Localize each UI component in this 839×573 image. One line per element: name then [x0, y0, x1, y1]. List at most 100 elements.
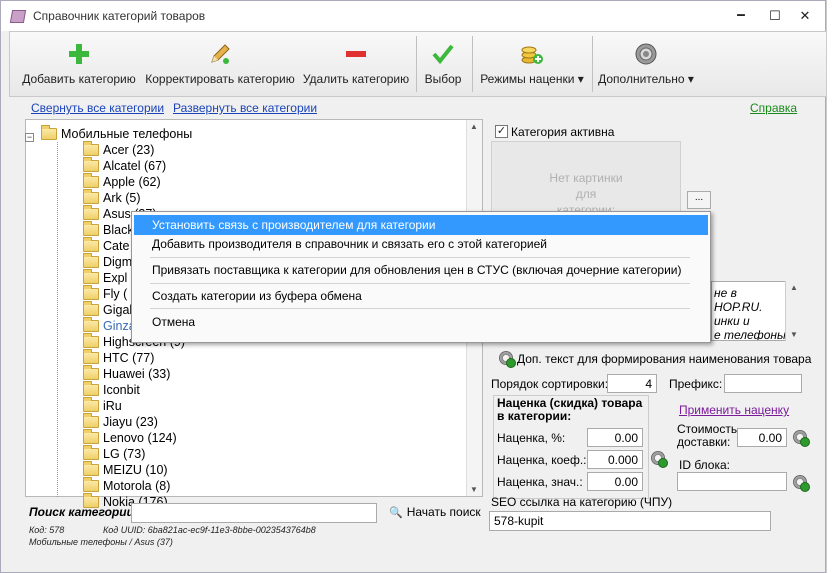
folder-icon — [83, 365, 99, 380]
tree-item[interactable]: Apple (62) — [83, 173, 161, 190]
select-button[interactable]: Выбор — [420, 38, 466, 94]
tree-item[interactable]: Ark (5) — [83, 189, 141, 206]
tree-item[interactable]: iRu — [83, 397, 122, 414]
ctx-link-supplier[interactable]: Привязать поставщика к категории для обн… — [134, 260, 708, 280]
no-image-line: для — [575, 187, 597, 201]
browse-image-button[interactable]: ... — [687, 191, 711, 209]
tree-root[interactable]: Мобильные телефоны — [41, 125, 192, 142]
delivery-cost-label: Стоимость доставки: — [677, 423, 737, 449]
ctx-create-from-clipboard[interactable]: Создать категории из буфера обмена — [134, 286, 708, 306]
ctx-link-manufacturer[interactable]: Установить связь с производителем для ка… — [134, 215, 708, 235]
close-icon[interactable]: ✕ — [791, 7, 819, 25]
add-category-label: Добавить категорию — [22, 72, 136, 86]
maximize-icon[interactable]: ☐ — [761, 7, 789, 25]
markup-modes-button[interactable]: Режимы наценки ▾ — [476, 38, 588, 94]
folder-icon — [83, 189, 99, 204]
tree-item-label: Expl — [103, 271, 128, 285]
select-label: Выбор — [424, 72, 462, 86]
status-uuid: Код UUID: 6ba821ac-ec9f-11e3-8bbe-002354… — [103, 525, 316, 535]
tree-item[interactable]: Acer (23) — [83, 141, 155, 158]
tree-item-label: Motorola (8) — [103, 479, 171, 493]
folder-icon — [83, 285, 99, 300]
gear-block-icon[interactable] — [793, 475, 810, 492]
folder-icon — [83, 413, 99, 428]
tree-item[interactable]: Gigal — [83, 301, 132, 318]
folder-icon — [41, 125, 57, 140]
help-link[interactable]: Справка — [750, 101, 797, 115]
coins-icon — [521, 46, 543, 64]
edit-category-button[interactable]: Корректировать категорию — [144, 38, 296, 94]
tree-item-label: Acer (23) — [103, 143, 155, 157]
add-category-button[interactable]: Добавить категорию — [18, 38, 140, 94]
tree-item[interactable]: HTC (77) — [83, 349, 154, 366]
prefix-input[interactable] — [724, 374, 802, 393]
markup-value-input[interactable]: 0.00 — [587, 472, 643, 491]
search-bar: Поиск категории: 🔍 Начать поиск — [25, 501, 485, 525]
gear-add-icon[interactable] — [499, 351, 516, 368]
magnifier-icon: 🔍 — [389, 506, 403, 519]
apply-markup-link[interactable]: Применить наценку — [679, 403, 789, 417]
tree-item[interactable]: Iconbit — [83, 381, 140, 398]
status-code: Код: 578 — [29, 525, 65, 535]
menu-separator — [150, 308, 690, 309]
folder-icon — [83, 429, 99, 444]
folder-icon — [83, 205, 99, 220]
ctx-cancel[interactable]: Отмена — [134, 312, 708, 332]
tree-item[interactable]: Fly ( — [83, 285, 128, 302]
extra-text-link[interactable]: Доп. текст для формирования наименования… — [517, 352, 811, 366]
tree-item[interactable]: Lenovo (124) — [83, 429, 177, 446]
folder-icon — [83, 269, 99, 284]
gear-delivery-icon[interactable] — [793, 430, 810, 447]
markup-group-title-line: в категории: — [497, 409, 572, 423]
tree-item[interactable]: Huawei (33) — [83, 365, 171, 382]
scroll-down-icon[interactable]: ▼ — [790, 330, 798, 339]
start-search-button[interactable]: 🔍 Начать поиск — [389, 505, 481, 519]
plus-icon — [69, 44, 89, 64]
tree-item-label: Iconbit — [103, 383, 140, 397]
sort-order-input[interactable]: 4 — [607, 374, 657, 393]
tree-item-label: Fly ( — [103, 287, 128, 301]
more-label: Дополнительно ▾ — [596, 72, 696, 86]
tree-item[interactable]: MEIZU (10) — [83, 461, 168, 478]
tree-item-label: Huawei (33) — [103, 367, 171, 381]
tree-item[interactable]: Alcatel (67) — [83, 157, 166, 174]
start-search-label: Начать поиск — [406, 505, 481, 519]
collapse-all-link[interactable]: Свернуть все категории — [31, 101, 164, 115]
tree-item[interactable]: Expl — [83, 269, 128, 286]
delete-category-button[interactable]: Удалить категорию — [300, 38, 412, 94]
expand-all-link[interactable]: Развернуть все категории — [173, 101, 317, 115]
gear-icon — [635, 43, 657, 65]
search-input[interactable] — [131, 503, 377, 523]
toolbar-separator — [592, 36, 593, 92]
markup-percent-input[interactable]: 0.00 — [587, 428, 643, 447]
seo-link-input[interactable]: 578-kupit — [489, 511, 771, 531]
tree-collapse-icon[interactable]: − — [25, 133, 34, 142]
tree-item[interactable]: Digm — [83, 253, 132, 270]
tree-item[interactable]: Ginza — [83, 317, 136, 334]
folder-icon — [83, 349, 99, 364]
active-checkbox[interactable]: ✓ — [495, 125, 508, 138]
gear-apply-icon[interactable] — [651, 451, 668, 468]
delivery-cost-input[interactable]: 0.00 — [737, 428, 787, 447]
scroll-up-icon[interactable]: ▲ — [790, 283, 798, 292]
markup-coef-input[interactable]: 0.000 — [587, 450, 643, 469]
tree-item[interactable]: Black — [83, 221, 134, 238]
ctx-add-manufacturer[interactable]: Добавить производителя в справочник и св… — [134, 234, 708, 254]
more-button[interactable]: Дополнительно ▾ — [596, 38, 696, 94]
folder-icon — [83, 237, 99, 252]
tree-item[interactable]: Cate — [83, 237, 130, 254]
folder-icon — [83, 477, 99, 492]
description-scrollbar[interactable]: ▲ ▼ — [785, 281, 801, 341]
pencil-icon — [211, 44, 230, 64]
block-id-input[interactable] — [677, 472, 787, 491]
minimize-icon[interactable]: 🗕 — [727, 6, 755, 25]
tree-item-label: LG (73) — [103, 447, 146, 461]
tree-item[interactable]: Motorola (8) — [83, 477, 171, 494]
tree-item[interactable]: LG (73) — [83, 445, 146, 462]
tree-item[interactable]: Jiayu (23) — [83, 413, 158, 430]
folder-icon — [83, 381, 99, 396]
menu-separator — [150, 283, 690, 284]
scroll-up-icon[interactable]: ▲ — [470, 122, 478, 131]
tree-item-label: Cate — [103, 239, 130, 253]
scroll-down-icon[interactable]: ▼ — [470, 485, 478, 494]
